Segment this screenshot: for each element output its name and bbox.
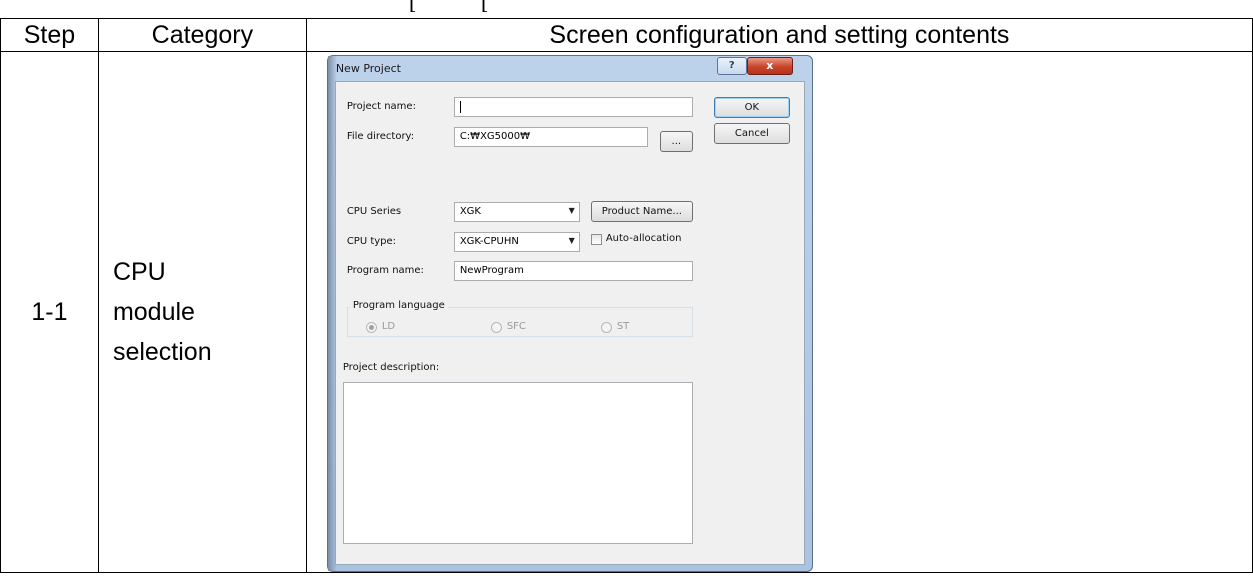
header-step: Step (0, 18, 99, 52)
radio-ld[interactable] (365, 322, 377, 333)
header-fragment: [ [ (395, 0, 655, 12)
file-directory-label: File directory: (346, 131, 415, 142)
file-directory-input[interactable]: C:₩XG5000₩ (453, 127, 648, 147)
category-cell: CPU module selection (97, 51, 307, 573)
project-name-label: Project name: (346, 101, 416, 112)
bracket-fragment-right: [ (481, 0, 487, 12)
table-row: 1-1 CPU module selection New Project ? x… (0, 51, 1253, 573)
cpu-type-select[interactable]: XGK-CPUHN ▼ (453, 232, 580, 252)
radio-st-label: ST (616, 321, 630, 332)
auto-allocation-label: Auto-allocation (605, 233, 682, 244)
cancel-button[interactable]: Cancel (713, 123, 790, 144)
text-cursor (459, 101, 461, 113)
project-description-textarea[interactable] (342, 382, 693, 544)
project-description-label: Project description: (342, 362, 440, 373)
radio-sfc[interactable] (490, 322, 502, 333)
category-line: module (112, 298, 195, 326)
product-name-button[interactable]: Product Name... (590, 201, 693, 222)
cpu-series-value: XGK (459, 206, 481, 217)
radio-sfc-label: SFC (506, 321, 526, 332)
dialog-title: New Project (335, 62, 401, 75)
radio-ld-label: LD (381, 321, 396, 332)
project-name-input[interactable] (453, 97, 693, 117)
screen-cell: New Project ? x Project name: OK File di… (305, 51, 1253, 573)
bracket-fragment-left: [ (409, 0, 415, 12)
dropdown-arrow-icon: ▼ (568, 206, 575, 215)
category-line: selection (112, 338, 212, 366)
radio-st[interactable] (600, 322, 612, 333)
cpu-type-label: CPU type: (346, 236, 397, 247)
program-name-label: Program name: (346, 265, 424, 276)
browse-button[interactable]: ... (659, 131, 693, 152)
help-button[interactable]: ? (716, 57, 747, 75)
header-screen: Screen configuration and setting content… (305, 18, 1253, 52)
cpu-series-label: CPU Series (346, 206, 402, 217)
program-language-label: Program language (349, 300, 448, 311)
header-category: Category (97, 18, 307, 52)
auto-allocation-checkbox[interactable] (590, 234, 602, 245)
program-name-input[interactable]: NewProgram (453, 261, 693, 281)
setup-table: Step Category Screen configuration and s… (0, 18, 1253, 573)
close-button[interactable]: x (746, 57, 793, 75)
category-line: CPU (112, 258, 166, 286)
step-cell: 1-1 (0, 51, 99, 573)
ok-button[interactable]: OK (713, 97, 790, 118)
cpu-type-value: XGK-CPUHN (459, 236, 519, 247)
table-header-row: Step Category Screen configuration and s… (0, 18, 1253, 52)
cpu-series-select[interactable]: XGK ▼ (453, 202, 580, 222)
dropdown-arrow-icon: ▼ (568, 236, 575, 245)
dialog-client-area: Project name: OK File directory: C:₩XG50… (334, 81, 805, 565)
dialog-titlebar[interactable]: New Project ? x (328, 56, 812, 82)
new-project-dialog: New Project ? x Project name: OK File di… (326, 55, 813, 572)
